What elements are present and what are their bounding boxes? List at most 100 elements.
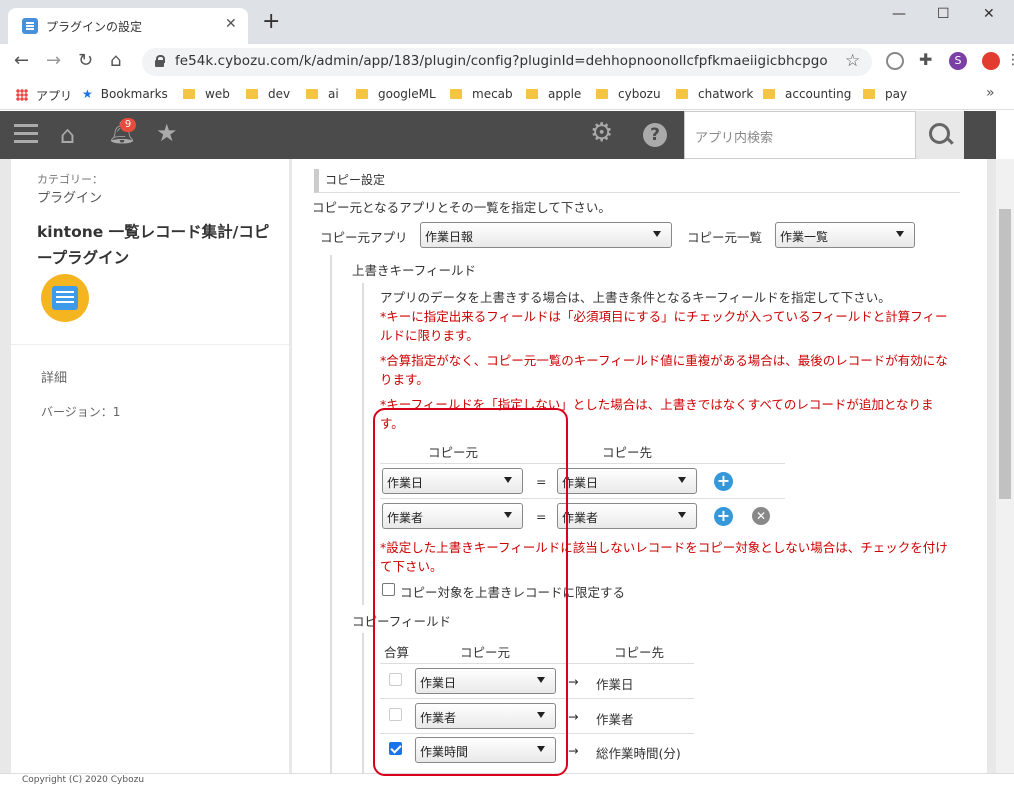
copy-source-select[interactable]: 作業時間: [415, 737, 556, 763]
extensions-puzzle-icon[interactable]: ✚: [919, 50, 937, 69]
arrow-right-icon: →: [568, 743, 579, 758]
add-row-plus-icon[interactable]: +: [714, 472, 733, 491]
app-search-input[interactable]: アプリ内検索: [684, 111, 916, 159]
key-source-select[interactable]: 作業者: [382, 503, 523, 529]
plugin-name: kintone 一覧レコード集計/コピープラグイン: [37, 223, 270, 267]
window-close-button[interactable]: ✕: [983, 6, 995, 22]
hamburger-menu-icon[interactable]: [14, 124, 38, 146]
copy-source-select[interactable]: 作業者: [415, 703, 556, 729]
cf-col-dest: コピー先: [614, 645, 665, 660]
bookmark-folder-googleml[interactable]: googleML: [356, 87, 436, 101]
row-divider: [380, 663, 694, 664]
key-dest-select[interactable]: 作業者: [557, 503, 697, 529]
profile-avatar[interactable]: S: [949, 52, 967, 70]
cf-col-source: コピー元: [460, 645, 511, 660]
folder-icon: [676, 89, 688, 99]
notification-count-badge: 9: [120, 118, 136, 132]
note-limit: *設定した上書きキーフィールドに該当しないレコードをコピー対象としない場合は、チ…: [380, 540, 948, 574]
reload-icon[interactable]: ↻: [78, 51, 93, 71]
scrollbar-thumb[interactable]: [999, 209, 1011, 499]
page-scrollbar[interactable]: [996, 159, 1014, 773]
limit-overwrite-checkbox[interactable]: [382, 583, 395, 596]
back-arrow-icon[interactable]: ←: [14, 51, 29, 71]
tab-strip: プラグインの設定 ✕ + — ☐ ✕: [0, 0, 1014, 44]
bookmark-folder-web[interactable]: web: [183, 87, 230, 101]
chevron-down-icon: [537, 677, 545, 683]
sum-checkbox[interactable]: [389, 708, 402, 721]
divider: [11, 344, 289, 345]
bookmark-folder-pay[interactable]: pay: [863, 87, 907, 101]
section-title: コピー設定: [314, 169, 960, 193]
folder-icon: [183, 89, 195, 99]
bookmark-folder-ai[interactable]: ai: [306, 87, 339, 101]
home-icon[interactable]: ⌂: [110, 51, 121, 71]
folder-icon: [526, 89, 538, 99]
bookmark-folder-cybozu[interactable]: cybozu: [596, 87, 661, 101]
bookmark-bookmarks[interactable]: ★ Bookmarks: [82, 87, 168, 101]
folder-icon: [450, 89, 462, 99]
forward-arrow-icon[interactable]: →: [46, 51, 61, 71]
key-col-source: コピー元: [428, 445, 479, 460]
apps-grid-icon: [16, 89, 28, 101]
minimize-button[interactable]: —: [892, 6, 906, 22]
copy-source-select[interactable]: 作業日: [415, 668, 556, 694]
browser-menu-icon[interactable]: ⋮: [1006, 52, 1014, 68]
lock-icon: [154, 55, 165, 67]
limit-checkbox-label[interactable]: コピー対象を上書きレコードに限定する: [400, 582, 625, 601]
page-area: カテゴリー： プラグイン kintone 一覧レコード集計/コピープラグイン 詳…: [0, 159, 996, 773]
folder-icon: [763, 89, 775, 99]
cf-col-sum: 合算: [384, 645, 410, 660]
kintone-header: ⌂ 🔔︎ 9 ★ ⚙ ? アプリ内検索: [0, 111, 996, 159]
bookmark-folder-apple[interactable]: apple: [526, 87, 581, 101]
favorites-star-icon[interactable]: ★: [156, 119, 178, 147]
intro-text: コピー元となるアプリとその一覧を指定して下さい。: [312, 200, 611, 215]
detail-label: 詳細: [41, 371, 68, 386]
extension-gear-icon[interactable]: [886, 52, 904, 70]
source-app-label: コピー元アプリ: [320, 230, 408, 245]
copy-dest-field: 作業日: [596, 677, 634, 692]
indent-line: [330, 255, 332, 773]
source-view-label: コピー元一覧: [687, 230, 763, 245]
row-divider: [380, 733, 694, 734]
footer-copyright: Copyright (C) 2020 Cybozu: [0, 773, 1014, 787]
row-divider: [380, 498, 785, 499]
version-label: バージョン：1: [41, 405, 121, 419]
browser-window: プラグインの設定 ✕ + — ☐ ✕ ← → ↻ ⌂ fe54k.cybozu.…: [0, 0, 1014, 787]
bookmarks-more-icon[interactable]: »: [986, 85, 995, 101]
address-row: ← → ↻ ⌂ fe54k.cybozu.com/k/admin/app/183…: [0, 44, 1014, 80]
new-tab-button[interactable]: +: [262, 11, 280, 33]
bookmark-folder-mecab[interactable]: mecab: [450, 87, 513, 101]
address-bar[interactable]: fe54k.cybozu.com/k/admin/app/183/plugin/…: [142, 48, 872, 76]
maximize-button[interactable]: ☐: [937, 6, 950, 22]
key-col-dest: コピー先: [602, 445, 653, 460]
extension-red-icon[interactable]: [982, 52, 1000, 70]
tab-plugin-settings[interactable]: プラグインの設定 ✕: [8, 8, 248, 44]
key-source-select[interactable]: 作業日: [382, 468, 523, 494]
tab-close-icon[interactable]: ✕: [225, 16, 237, 32]
indent-line: [362, 633, 364, 773]
help-icon[interactable]: ?: [643, 123, 667, 147]
bookmark-star-icon[interactable]: ☆: [845, 51, 860, 71]
indent-line: [362, 283, 364, 605]
sum-checkbox[interactable]: [389, 673, 402, 686]
bookmark-folder-chatwork[interactable]: chatwork: [676, 87, 753, 101]
chevron-down-icon: [678, 477, 686, 483]
plugin-icon: [41, 274, 89, 322]
key-dest-select[interactable]: 作業日: [557, 468, 697, 494]
portal-home-icon[interactable]: ⌂: [60, 121, 75, 149]
remove-row-x-icon[interactable]: ✕: [752, 507, 770, 525]
source-app-select[interactable]: 作業日報: [420, 222, 672, 248]
bookmark-folder-accounting[interactable]: accounting: [763, 87, 851, 101]
row-divider: [380, 463, 785, 464]
settings-gear-icon[interactable]: ⚙: [590, 118, 613, 148]
add-row-plus-icon[interactable]: +: [714, 507, 733, 526]
url-text[interactable]: fe54k.cybozu.com/k/admin/app/183/plugin/…: [175, 53, 828, 69]
chevron-down-icon: [678, 512, 686, 518]
folder-icon: [306, 89, 318, 99]
bookmarks-star-icon: ★: [82, 87, 93, 101]
source-view-select[interactable]: 作業一覧: [775, 222, 915, 248]
sum-checkbox[interactable]: [389, 742, 402, 755]
search-button[interactable]: [916, 111, 964, 159]
bookmark-apps[interactable]: アプリ: [16, 87, 72, 104]
bookmark-folder-dev[interactable]: dev: [246, 87, 290, 101]
